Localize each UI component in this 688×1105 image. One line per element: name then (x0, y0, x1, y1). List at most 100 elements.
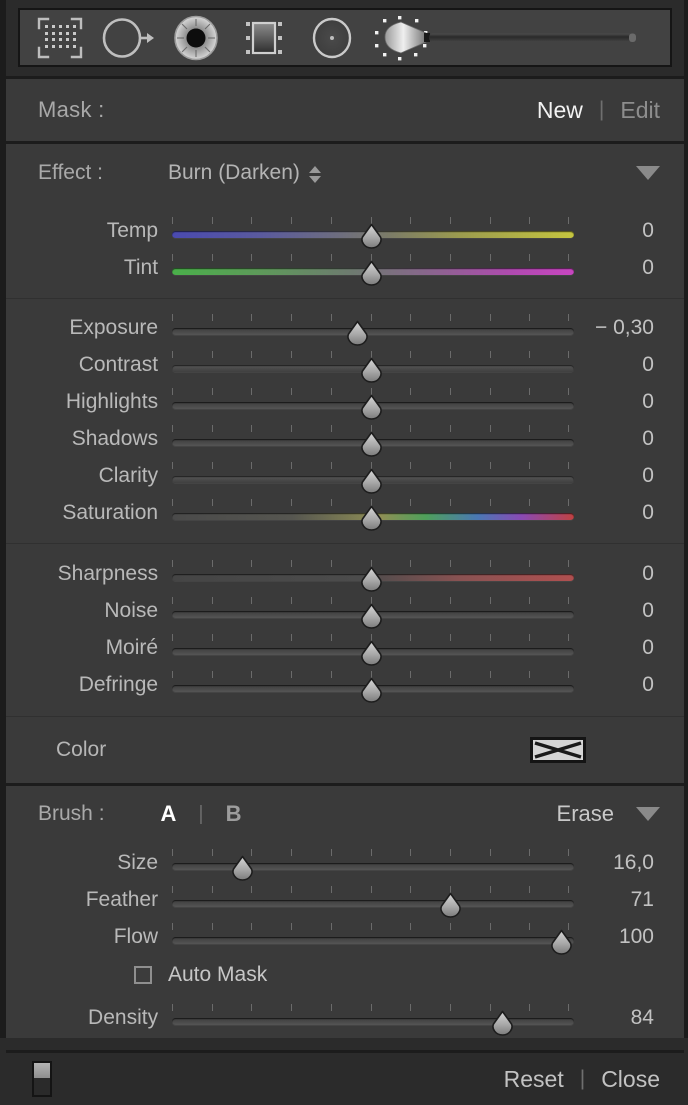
radial-filter-icon[interactable] (298, 10, 366, 65)
detail-group: Sharpness 0 Noise 0 Moiré 0 Defringe 0 (6, 544, 684, 716)
chevron-updown-icon[interactable] (308, 165, 321, 183)
slider-row-defringe: Defringe 0 (6, 666, 660, 703)
slider-control-size[interactable] (172, 846, 575, 882)
slider-knob-highlights[interactable] (359, 394, 384, 421)
slider-control-shadows[interactable] (172, 422, 575, 458)
slider-value-tint[interactable]: 0 (569, 256, 660, 280)
slider-control-sharpness[interactable] (172, 557, 575, 593)
brush-a-button[interactable]: A (161, 801, 177, 827)
slider-row-tint: Tint 0 (6, 249, 660, 286)
slider-knob-flow[interactable] (549, 929, 574, 956)
footer-divider: | (579, 1067, 586, 1090)
brush-header-row: Brush : A | B Erase (6, 786, 684, 842)
slider-value-noise[interactable]: 0 (569, 599, 660, 623)
slider-knob-temp[interactable] (359, 223, 384, 250)
slider-value-temp[interactable]: 0 (569, 219, 660, 243)
brush-erase-button[interactable]: Erase (557, 801, 614, 827)
slider-knob-moire[interactable] (359, 640, 384, 667)
auto-mask-label[interactable]: Auto Mask (168, 963, 267, 987)
crop-overlay-icon[interactable] (26, 10, 94, 65)
brush-disclosure-triangle-icon[interactable] (636, 807, 660, 821)
slider-control-contrast[interactable] (172, 348, 575, 384)
color-swatch-button[interactable] (530, 737, 586, 763)
slider-knob-exposure[interactable] (345, 320, 370, 347)
slider-label-sharpness: Sharpness (57, 561, 159, 585)
slider-value-highlights[interactable]: 0 (569, 390, 660, 414)
auto-mask-row: Auto Mask (6, 955, 684, 995)
white-balance-group: Temp 0 Tint 0 (6, 202, 684, 298)
slider-row-density: Density 84 (6, 999, 660, 1036)
red-eye-icon[interactable] (162, 10, 230, 65)
slider-track-flow[interactable] (172, 936, 575, 944)
mask-divider: | (598, 98, 605, 121)
slider-row-moire: Moiré 0 (6, 629, 660, 666)
slider-value-density[interactable]: 84 (569, 1006, 660, 1030)
slider-row-exposure: Exposure − 0,30 (6, 309, 660, 346)
slider-value-moire[interactable]: 0 (569, 636, 660, 660)
slider-row-flow: Flow 100 (6, 918, 660, 955)
slider-knob-density[interactable] (490, 1010, 515, 1037)
adjustment-brush-icon[interactable] (366, 10, 664, 65)
slider-control-defringe[interactable] (172, 668, 575, 704)
slider-value-flow[interactable]: 100 (569, 925, 660, 949)
slider-row-saturation: Saturation 0 (6, 494, 660, 531)
effect-disclosure-triangle-icon[interactable] (636, 166, 660, 180)
slider-label-exposure: Exposure (69, 315, 159, 339)
slider-row-feather: Feather 71 (6, 881, 660, 918)
slider-value-size[interactable]: 16,0 (569, 851, 660, 875)
slider-value-shadows[interactable]: 0 (569, 427, 660, 451)
slider-value-defringe[interactable]: 0 (569, 673, 660, 697)
effect-value[interactable]: Burn (Darken) (168, 161, 300, 185)
auto-mask-checkbox[interactable] (134, 966, 152, 984)
slider-knob-contrast[interactable] (359, 357, 384, 384)
slider-value-feather[interactable]: 71 (569, 888, 660, 912)
slider-control-density[interactable] (172, 1001, 575, 1037)
slider-ticks-feather (172, 885, 570, 894)
mask-new-button[interactable]: New (537, 97, 583, 124)
slider-control-tint[interactable] (172, 251, 575, 287)
graduated-filter-icon[interactable] (230, 10, 298, 65)
slider-label-noise: Noise (104, 598, 159, 622)
mask-edit-button[interactable]: Edit (620, 97, 660, 124)
slider-knob-shadows[interactable] (359, 431, 384, 458)
slider-control-flow[interactable] (172, 920, 575, 955)
slider-label-temp: Temp (106, 218, 159, 242)
brush-slider-group: Size 16,0 Feather 71 Flow 100 (6, 842, 684, 955)
panel-switch-toggle[interactable] (32, 1061, 52, 1097)
slider-knob-noise[interactable] (359, 603, 384, 630)
slider-track-exposure[interactable] (172, 327, 575, 335)
slider-row-temp: Temp 0 (6, 212, 660, 249)
slider-control-noise[interactable] (172, 594, 575, 630)
spot-removal-icon[interactable] (94, 10, 162, 65)
slider-value-clarity[interactable]: 0 (569, 464, 660, 488)
slider-control-clarity[interactable] (172, 459, 575, 495)
slider-value-sharpness[interactable]: 0 (569, 562, 660, 586)
slider-control-highlights[interactable] (172, 385, 575, 421)
slider-knob-tint[interactable] (359, 260, 384, 287)
slider-knob-defringe[interactable] (359, 677, 384, 704)
slider-control-temp[interactable] (172, 214, 575, 250)
slider-control-exposure[interactable] (172, 311, 575, 347)
brush-ab-toggle: A | B (161, 801, 242, 827)
slider-knob-feather[interactable] (438, 892, 463, 919)
footer-row: Reset | Close (6, 1053, 684, 1105)
slider-control-saturation[interactable] (172, 496, 575, 532)
slider-knob-clarity[interactable] (359, 468, 384, 495)
effect-label: Effect : (38, 161, 103, 184)
slider-knob-saturation[interactable] (359, 505, 384, 532)
slider-control-feather[interactable] (172, 883, 575, 919)
mask-label: Mask : (38, 97, 105, 122)
slider-knob-sharpness[interactable] (359, 566, 384, 593)
slider-value-saturation[interactable]: 0 (569, 501, 660, 525)
close-button[interactable]: Close (601, 1066, 660, 1093)
brush-b-button[interactable]: B (226, 801, 242, 827)
slider-value-contrast[interactable]: 0 (569, 353, 660, 377)
slider-value-exposure[interactable]: − 0,30 (569, 316, 660, 340)
slider-row-shadows: Shadows 0 (6, 420, 660, 457)
slider-knob-size[interactable] (230, 855, 255, 882)
slider-track-feather[interactable] (172, 899, 575, 907)
slider-label-contrast: Contrast (78, 352, 159, 376)
adjustment-brush-panel: Mask : New | Edit Effect : Burn (Darken)… (0, 0, 688, 1097)
slider-control-moire[interactable] (172, 631, 575, 667)
reset-button[interactable]: Reset (504, 1066, 564, 1093)
